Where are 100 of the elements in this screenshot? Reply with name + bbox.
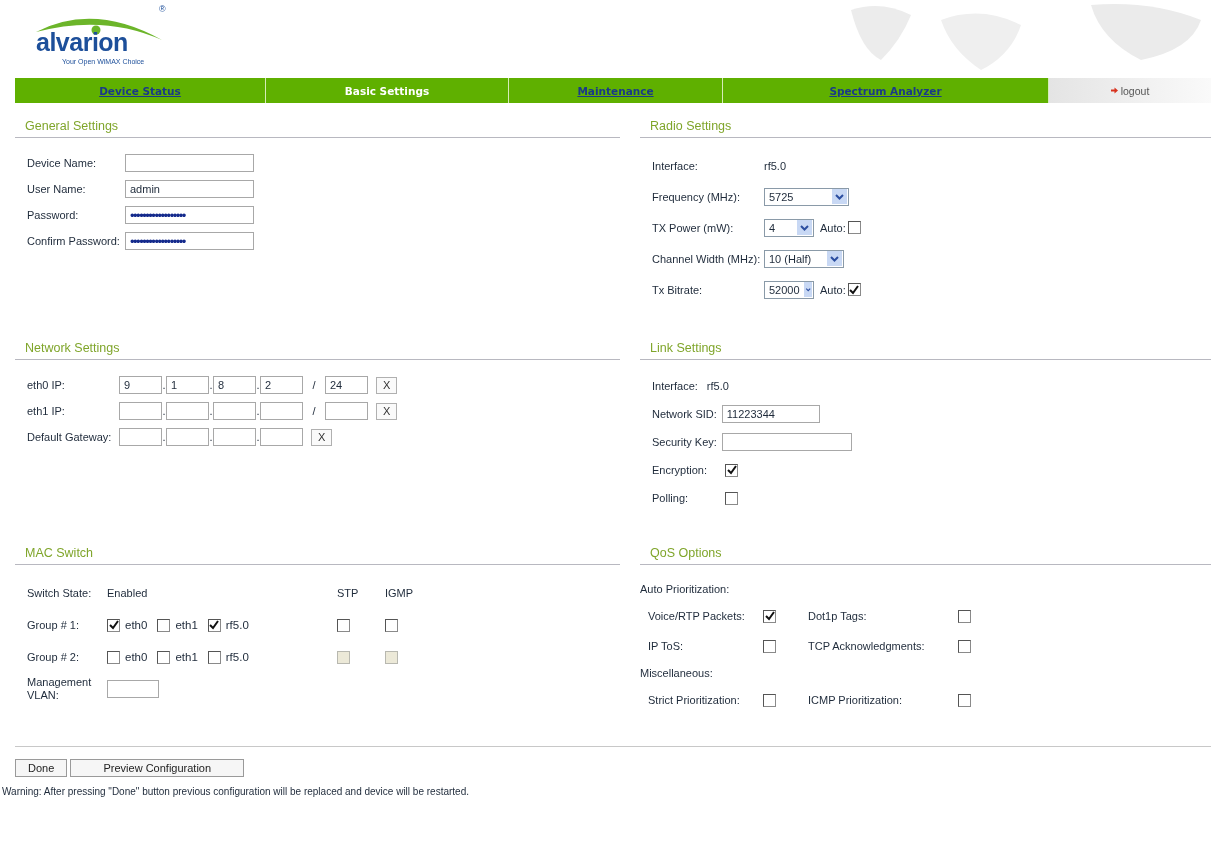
field-label: Device Name: <box>27 157 98 169</box>
checkbox[interactable] <box>157 618 171 632</box>
separator: . <box>256 431 260 443</box>
section-title: Link Settings <box>640 337 1211 360</box>
input-field[interactable]: 1 <box>166 376 209 394</box>
input-field[interactable] <box>119 402 162 420</box>
clear-button[interactable]: X <box>311 428 333 446</box>
checkbox[interactable] <box>107 650 120 664</box>
input-field[interactable]: 9 <box>119 376 162 394</box>
dropdown[interactable]: 4 <box>764 218 814 237</box>
input-field[interactable] <box>325 402 368 420</box>
input-field[interactable]: •••••••••••••••••• <box>125 206 254 224</box>
field-label: eth0 IP: <box>27 379 66 391</box>
logo-text: alvarion <box>36 30 128 55</box>
port-label: rf5.0 <box>225 651 249 663</box>
separator: / <box>311 405 317 417</box>
separator: . <box>209 379 213 391</box>
checkbox[interactable] <box>958 639 971 653</box>
checkbox[interactable] <box>958 609 971 623</box>
field-label: Management VLAN: <box>27 674 93 703</box>
input-field[interactable] <box>119 428 162 446</box>
checkbox[interactable] <box>725 463 738 477</box>
field-label: Password: <box>27 209 80 221</box>
dropdown[interactable]: 5725 <box>764 187 849 206</box>
field-label: Interface: <box>652 380 698 392</box>
input-field[interactable] <box>260 402 303 420</box>
logout-link[interactable]: logout <box>1120 84 1150 97</box>
checkbox[interactable] <box>958 693 971 707</box>
dropdown[interactable]: 52000 <box>764 280 814 299</box>
input-field[interactable]: 24 <box>325 376 368 394</box>
arrow-icon <box>1110 87 1118 94</box>
port-label: eth1 <box>175 619 198 631</box>
field-label: eth1 IP: <box>27 405 66 417</box>
checkbox[interactable] <box>385 618 398 632</box>
field-label: Channel Width (MHz): <box>652 252 762 265</box>
field-label: Security Key: <box>652 436 717 448</box>
nav-tab[interactable]: Maintenance <box>509 78 723 103</box>
group-label: Auto Prioritization: <box>640 582 731 597</box>
field-value: rf5.0 <box>764 159 786 172</box>
checkbox[interactable] <box>763 693 776 707</box>
input-field[interactable] <box>166 402 209 420</box>
checkbox[interactable] <box>337 618 350 632</box>
section-title: Network Settings <box>15 337 620 360</box>
checkbox[interactable] <box>207 618 221 632</box>
checkbox[interactable] <box>763 639 776 653</box>
input-field[interactable]: 2 <box>260 376 303 394</box>
field-value: Enabled <box>107 586 149 601</box>
dropdown[interactable]: 10 (Half) <box>764 249 844 268</box>
field-label: Network SID: <box>652 408 717 420</box>
option-label: Strict Prioritization: <box>648 693 741 708</box>
separator: . <box>256 379 260 391</box>
field-label: Auto: <box>820 221 846 234</box>
checkbox[interactable] <box>207 650 221 664</box>
input-field[interactable] <box>213 428 256 446</box>
field-label: Encryption: <box>652 464 709 476</box>
field-label: Frequency (MHz): <box>652 190 742 203</box>
separator: . <box>162 405 166 417</box>
field-label: Auto: <box>820 283 846 296</box>
input-field[interactable] <box>107 680 159 698</box>
checkbox[interactable] <box>725 491 738 505</box>
field-value: rf5.0 <box>706 380 729 392</box>
warning-text: Warning: After pressing "Done" button previous configuration will be replaced and device will be restarted. <box>2 786 470 797</box>
port-label: eth1 <box>175 651 198 663</box>
input-field[interactable] <box>721 433 852 451</box>
preview-button[interactable]: Preview Configuration <box>70 759 245 777</box>
port-label: rf5.0 <box>225 619 249 631</box>
field-label: Tx Bitrate: <box>652 283 704 296</box>
checkbox[interactable] <box>847 221 861 234</box>
separator: . <box>162 431 166 443</box>
separator: / <box>311 379 317 391</box>
done-button[interactable]: Done <box>15 759 68 777</box>
group-label: Miscellaneous: <box>640 666 714 681</box>
input-field[interactable]: 8 <box>213 376 256 394</box>
checkbox[interactable] <box>847 283 861 296</box>
column-header: STP <box>337 586 360 601</box>
input-field[interactable]: 11223344 <box>721 405 820 423</box>
input-field[interactable]: •••••••••••••••••• <box>125 232 254 250</box>
input-field[interactable]: admin <box>125 180 254 198</box>
clear-button[interactable]: X <box>376 376 398 394</box>
registered-mark: ® <box>159 4 166 14</box>
input-field[interactable] <box>260 428 303 446</box>
port-label: eth0 <box>125 651 148 663</box>
section-title: Radio Settings <box>640 115 1211 138</box>
checkbox[interactable] <box>763 609 776 623</box>
separator: . <box>256 405 260 417</box>
input-field[interactable] <box>213 402 256 420</box>
field-label: Group # 1: <box>27 618 80 633</box>
option-label: ICMP Prioritization: <box>808 693 903 708</box>
field-label: Confirm Password: <box>27 235 121 247</box>
field-label: Polling: <box>652 492 690 504</box>
section-title: MAC Switch <box>15 542 620 565</box>
input-field[interactable] <box>125 154 254 172</box>
input-field[interactable] <box>166 428 209 446</box>
clear-button[interactable]: X <box>376 402 398 420</box>
option-label: TCP Acknowledgments: <box>808 639 926 654</box>
checkbox[interactable] <box>157 650 171 664</box>
option-label: Dot1p Tags: <box>808 609 868 624</box>
separator: . <box>209 405 213 417</box>
nav-tab[interactable]: Device Status <box>15 78 266 103</box>
checkbox[interactable] <box>107 618 120 632</box>
